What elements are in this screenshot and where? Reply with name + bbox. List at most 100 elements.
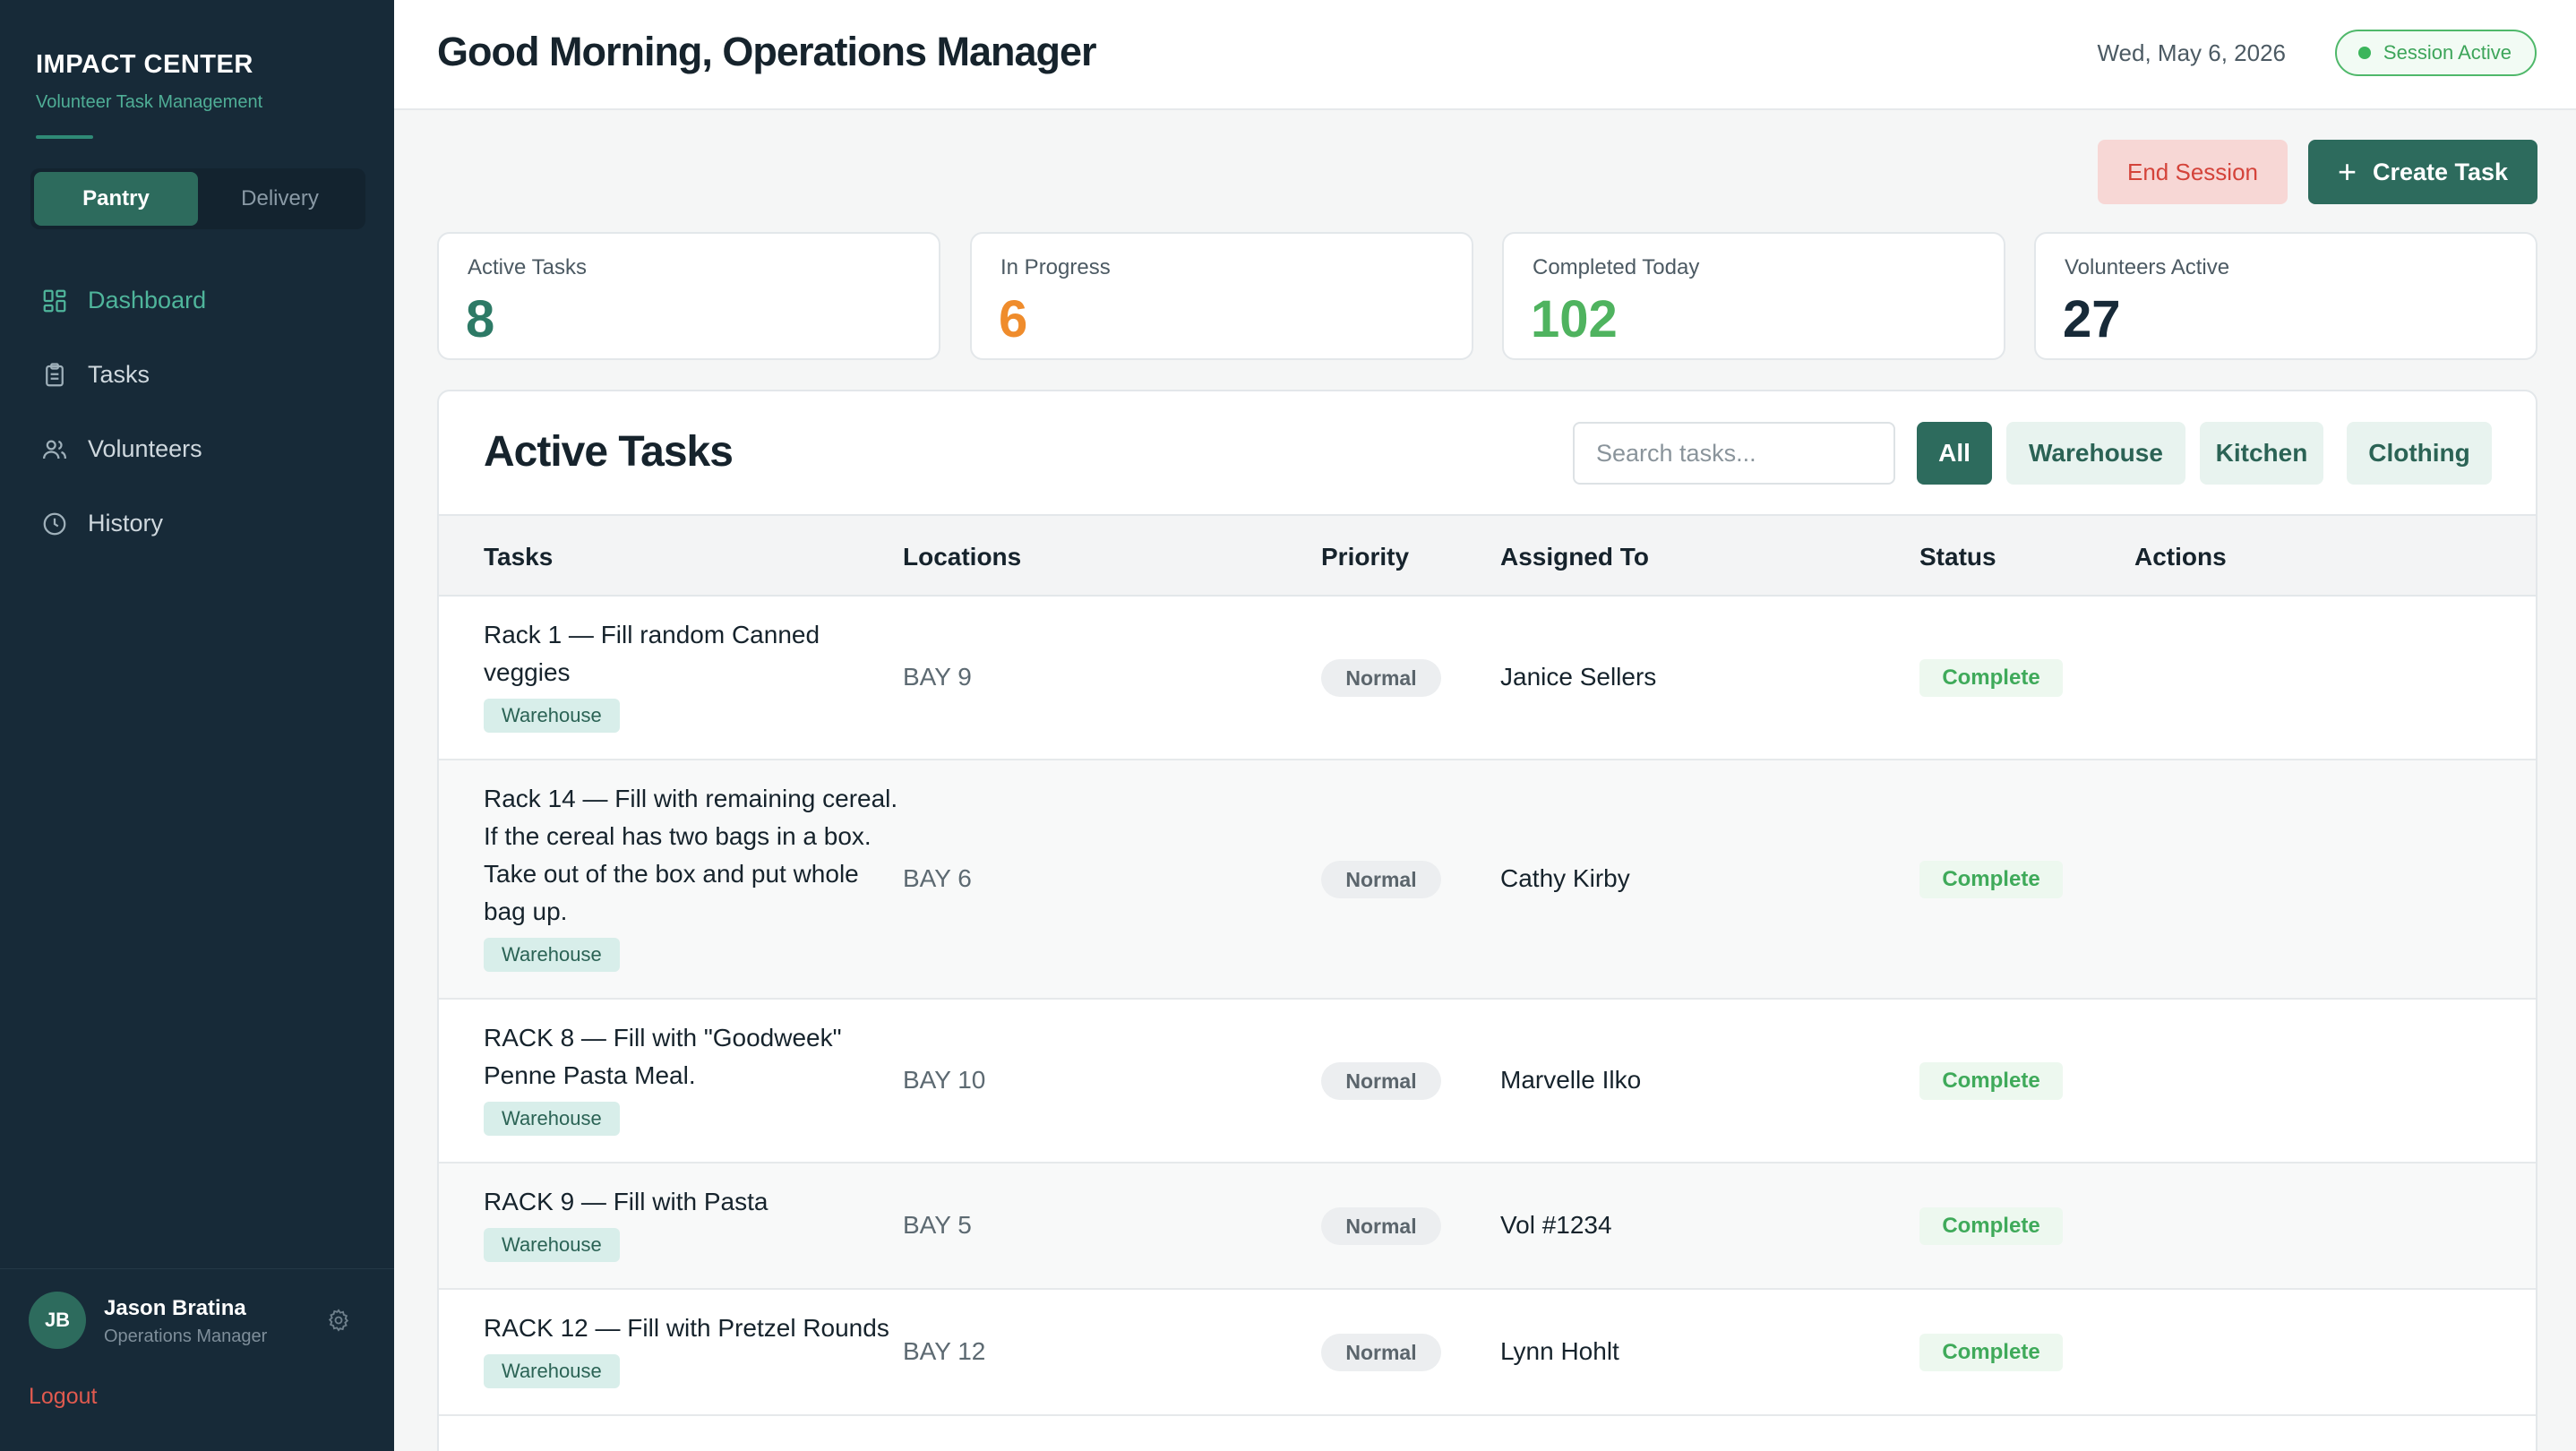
task-assignee: Cathy Kirby <box>1500 864 1630 892</box>
table-row[interactable]: Rack 1 — Fill random Canned veggies Ware… <box>439 597 2536 760</box>
mode-delivery-button[interactable]: Delivery <box>198 172 362 226</box>
stat-card-completed-today: Completed Today 102 <box>1502 232 2005 360</box>
sidebar: IMPACT CENTER Volunteer Task Management … <box>0 0 394 1451</box>
gear-icon[interactable] <box>326 1308 351 1333</box>
category-tag: Warehouse <box>484 1354 620 1388</box>
column-header-actions: Actions <box>2134 543 2227 571</box>
stat-label: Completed Today <box>1533 255 1700 279</box>
clock-icon <box>41 511 68 537</box>
status-badge: Complete <box>1919 659 2063 697</box>
brand-subtitle: Volunteer Task Management <box>36 92 263 112</box>
priority-badge: Normal <box>1321 659 1441 697</box>
task-assignee: Janice Sellers <box>1500 663 1657 691</box>
stat-value: 8 <box>466 290 495 348</box>
page-title: Good Morning, Operations Manager <box>437 29 1097 74</box>
stat-card-volunteers-active: Volunteers Active 27 <box>2034 232 2537 360</box>
priority-badge: Normal <box>1321 1062 1441 1100</box>
grid-icon <box>41 288 68 314</box>
active-tasks-panel: Active Tasks All Warehouse Kitchen Cloth… <box>437 390 2537 1451</box>
category-tag: Warehouse <box>484 1228 620 1262</box>
table-row[interactable]: RACK 9 — Fill with Pasta Warehouse BAY 5… <box>439 1163 2536 1290</box>
status-badge: Complete <box>1919 861 2063 898</box>
task-name: RACK 12 — Fill with Pretzel Rounds <box>484 1314 889 1342</box>
stat-card-in-progress: In Progress 6 <box>970 232 1473 360</box>
filter-warehouse-button[interactable]: Warehouse <box>2006 422 2185 485</box>
users-icon <box>41 436 68 463</box>
clipboard-icon <box>41 362 68 389</box>
column-header-assigned-to[interactable]: Assigned To <box>1500 543 1649 571</box>
filter-all-button[interactable]: All <box>1917 422 1992 485</box>
sidebar-item-history[interactable]: History <box>0 486 394 561</box>
table-row[interactable]: Rack 14 — Fill with remaining cereal. If… <box>439 760 2536 1000</box>
task-name: RACK 8 — Fill with "Goodweek" Penne Past… <box>484 1024 842 1089</box>
task-cell: Rack 14 — Fill with remaining cereal. If… <box>484 780 905 972</box>
task-assignee: Lynn Hohlt <box>1500 1337 1619 1365</box>
session-status-label: Session Active <box>2383 41 2512 64</box>
sidebar-nav: Dashboard Tasks Volunteers History <box>0 263 394 561</box>
column-header-priority[interactable]: Priority <box>1321 543 1409 571</box>
task-location: BAY 9 <box>903 663 972 691</box>
status-dot-icon <box>2357 47 2371 59</box>
brand-underline <box>36 135 93 139</box>
brand-title: IMPACT CENTER <box>36 50 253 79</box>
column-header-status[interactable]: Status <box>1919 543 1996 571</box>
category-tag: Warehouse <box>484 699 620 733</box>
task-assignee: Marvelle Ilko <box>1500 1066 1642 1094</box>
panel-title: Active Tasks <box>484 428 734 476</box>
task-location: BAY 6 <box>903 864 972 892</box>
task-cell: Rack 1 — Fill random Canned veggies Ware… <box>484 616 905 733</box>
task-assignee: Vol #1234 <box>1500 1211 1612 1239</box>
create-task-label: Create Task <box>2372 158 2509 185</box>
priority-badge: Normal <box>1321 1207 1441 1245</box>
mode-pantry-button[interactable]: Pantry <box>34 172 198 226</box>
category-tag: Warehouse <box>484 1102 620 1136</box>
priority-badge: Normal <box>1321 861 1441 898</box>
user-role: Operations Manager <box>104 1327 268 1346</box>
filter-clothing-button[interactable]: Clothing <box>2347 422 2492 485</box>
task-location: BAY 10 <box>903 1066 986 1094</box>
sidebar-item-tasks[interactable]: Tasks <box>0 338 394 412</box>
task-name: Rack 1 — Fill random Canned veggies <box>484 621 820 686</box>
sidebar-item-volunteers[interactable]: Volunteers <box>0 412 394 486</box>
create-task-button[interactable]: + Create Task <box>2308 140 2537 204</box>
task-cell: RACK 12 — Fill with Pretzel Rounds Wareh… <box>484 1309 932 1388</box>
brand: IMPACT CENTER Volunteer Task Management <box>36 50 262 113</box>
logout-link[interactable]: Logout <box>29 1384 97 1410</box>
user-name: Jason Bratina <box>104 1296 246 1320</box>
status-badge: Complete <box>1919 1207 2063 1245</box>
search-input[interactable] <box>1573 422 1895 485</box>
mode-toggle: Pantry Delivery <box>30 168 365 229</box>
sidebar-item-label: Dashboard <box>88 287 207 313</box>
avatar: JB <box>29 1292 86 1349</box>
task-name: Rack 14 — Fill with remaining cereal. If… <box>484 785 898 925</box>
column-header-locations[interactable]: Locations <box>903 543 1021 571</box>
column-header-tasks[interactable]: Tasks <box>484 543 553 571</box>
sidebar-item-label: Tasks <box>88 361 150 388</box>
task-name: RACK 9 — Fill with Pasta <box>484 1188 769 1215</box>
stat-label: Volunteers Active <box>2065 255 2230 279</box>
stat-card-active-tasks: Active Tasks 8 <box>437 232 940 360</box>
current-date: Wed, May 6, 2026 <box>2097 39 2286 66</box>
task-cell: RACK 9 — Fill with Pasta Warehouse <box>484 1183 905 1262</box>
sidebar-item-label: Volunteers <box>88 435 202 462</box>
sidebar-item-dashboard[interactable]: Dashboard <box>0 263 394 338</box>
table-row[interactable]: RACK 12 — Fill with Pretzel Rounds Wareh… <box>439 1290 2536 1416</box>
task-location: BAY 12 <box>903 1337 986 1365</box>
table-header: Tasks Locations Priority Assigned To Sta… <box>439 514 2536 597</box>
user-panel: JB Jason Bratina Operations Manager Logo… <box>0 1268 394 1451</box>
category-tag: Warehouse <box>484 938 620 972</box>
session-status-badge: Session Active <box>2334 30 2537 76</box>
filter-kitchen-button[interactable]: Kitchen <box>2200 422 2323 485</box>
task-location: BAY 5 <box>903 1211 972 1239</box>
priority-badge: Normal <box>1321 1334 1441 1371</box>
sidebar-item-label: History <box>88 510 164 537</box>
stat-value: 27 <box>2063 290 2121 348</box>
stat-value: 6 <box>999 290 1028 348</box>
end-session-button[interactable]: End Session <box>2098 140 2288 204</box>
top-header: Good Morning, Operations Manager Wed, Ma… <box>394 0 2576 110</box>
status-badge: Complete <box>1919 1062 2063 1100</box>
stat-label: Active Tasks <box>468 255 587 279</box>
plus-icon: + <box>2337 153 2357 190</box>
stat-label: In Progress <box>1000 255 1111 279</box>
table-row[interactable]: RACK 8 — Fill with "Goodweek" Penne Past… <box>439 1000 2536 1163</box>
